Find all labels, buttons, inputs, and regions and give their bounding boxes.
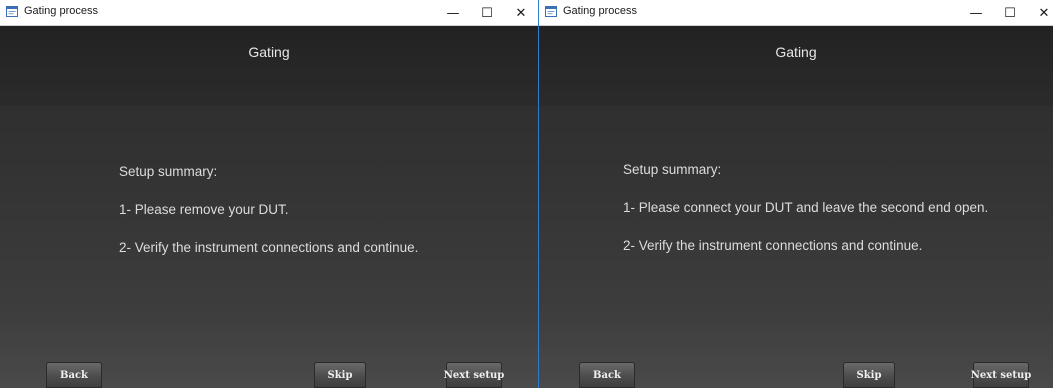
setup-summary: Setup summary: 1- Please remove your DUT… <box>119 164 418 278</box>
title-bar[interactable]: Gating process — ☐ ✕ <box>0 0 538 26</box>
summary-step-2: 2- Verify the instrument connections and… <box>623 238 923 253</box>
window-client-area: Gating Setup summary: 1- Please connect … <box>539 26 1053 388</box>
summary-label: Setup summary: <box>623 162 722 177</box>
maximize-icon[interactable]: ☐ <box>993 0 1027 26</box>
skip-button[interactable]: Skip <box>843 362 895 388</box>
next-setup-button[interactable]: Next setup <box>444 362 504 388</box>
window-title: Gating process <box>24 5 98 17</box>
title-bar[interactable]: Gating process — ☐ ✕ <box>539 0 1053 26</box>
summary-step-2: 2- Verify the instrument connections and… <box>119 240 419 255</box>
next-setup-button[interactable]: Next setup <box>971 362 1031 388</box>
summary-step-1: 1- Please remove your DUT. <box>119 202 289 217</box>
window-title: Gating process <box>563 5 637 17</box>
back-button[interactable]: Back <box>579 362 635 388</box>
app-icon <box>545 6 557 17</box>
header-band: Gating <box>539 26 1053 106</box>
page-heading: Gating <box>248 44 290 60</box>
close-icon[interactable]: ✕ <box>504 0 538 26</box>
minimize-icon[interactable]: — <box>436 0 470 26</box>
window-controls: — ☐ ✕ <box>436 0 538 26</box>
skip-button[interactable]: Skip <box>314 362 366 388</box>
minimize-icon[interactable]: — <box>959 0 993 26</box>
maximize-icon[interactable]: ☐ <box>470 0 504 26</box>
summary-label: Setup summary: <box>119 164 218 179</box>
header-band: Gating <box>0 26 538 106</box>
gating-window-1: Gating process — ☐ ✕ Gating Setup summar… <box>0 0 538 388</box>
page-heading: Gating <box>775 44 817 60</box>
setup-summary: Setup summary: 1- Please connect your DU… <box>623 162 988 276</box>
window-client-area: Gating Setup summary: 1- Please remove y… <box>0 26 538 388</box>
desktop: Gating process — ☐ ✕ Gating Setup summar… <box>0 0 1053 388</box>
gating-window-2: Gating process — ☐ ✕ Gating Setup summar… <box>538 0 1053 388</box>
close-icon[interactable]: ✕ <box>1027 0 1053 26</box>
app-icon <box>6 6 18 17</box>
summary-step-1: 1- Please connect your DUT and leave the… <box>623 200 989 215</box>
back-button[interactable]: Back <box>46 362 102 388</box>
window-controls: — ☐ ✕ <box>959 0 1053 26</box>
